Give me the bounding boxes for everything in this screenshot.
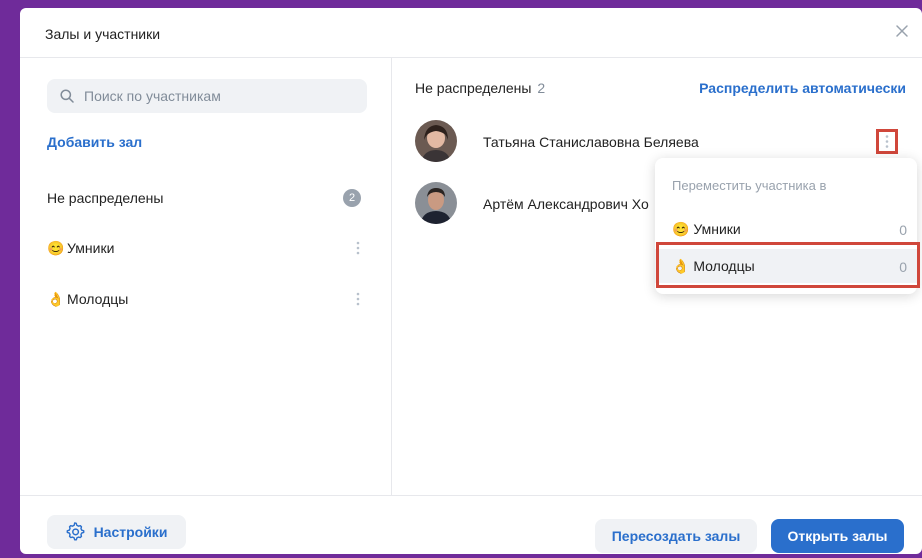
search-field[interactable] — [47, 79, 367, 113]
sidebar-item-text: 😊 Умники — [47, 240, 114, 257]
menu-item-text: 👌 Молодцы — [672, 258, 755, 275]
menu-item-molodtsy[interactable]: 👌 Молодцы 0 — [655, 249, 917, 283]
open-halls-button[interactable]: Открыть залы — [771, 519, 904, 553]
more-vertical-icon[interactable] — [353, 289, 363, 309]
sidebar-item-umniki[interactable]: 😊 Умники — [20, 228, 392, 268]
count-badge: 2 — [343, 189, 361, 207]
participant-name: Татьяна Станиславовна Беляева — [483, 134, 699, 150]
settings-button-label: Настройки — [93, 524, 168, 540]
menu-item-label: Молодцы — [693, 258, 755, 274]
dialog-header: Залы и участники — [20, 8, 922, 58]
avatar — [415, 182, 457, 224]
smiley-emoji-icon: 😊 — [47, 240, 65, 256]
add-hall-link[interactable]: Добавить зал — [47, 134, 142, 150]
unassigned-label: Не распределены — [415, 80, 532, 96]
settings-button[interactable]: Настройки — [47, 515, 186, 549]
sidebar-item-molodtsy[interactable]: 👌 Молодцы — [20, 279, 392, 319]
menu-title: Переместить участника в — [672, 178, 827, 193]
move-participant-menu: Переместить участника в 😊 Умники 0 👌 Мол… — [655, 158, 917, 294]
search-icon — [60, 89, 74, 103]
close-icon[interactable] — [892, 21, 912, 41]
menu-item-count: 0 — [899, 259, 907, 275]
dialog-title: Залы и участники — [45, 26, 161, 42]
sidebar-item-label: Умники — [67, 240, 115, 256]
sidebar-item-label: Не распределены — [47, 190, 164, 206]
smiley-emoji-icon: 😊 — [672, 221, 690, 237]
avatar — [415, 120, 457, 162]
dialog-footer: Настройки Пересоздать залы Открыть залы — [20, 495, 922, 554]
more-vertical-icon — [885, 135, 889, 148]
gear-icon — [66, 522, 85, 541]
ok-hand-emoji-icon: 👌 — [47, 291, 65, 307]
menu-item-label: Умники — [693, 221, 741, 237]
participant-more-button[interactable] — [876, 129, 898, 154]
sidebar-item-text: 👌 Молодцы — [47, 291, 128, 308]
menu-item-text: 😊 Умники — [672, 221, 741, 238]
ok-hand-emoji-icon: 👌 — [672, 258, 690, 274]
participant-name: Артём Александрович Хо — [483, 196, 649, 212]
sidebar-item-label: Молодцы — [67, 291, 129, 307]
recreate-halls-button[interactable]: Пересоздать залы — [595, 519, 757, 553]
halls-sidebar: Добавить зал Не распределены 2 😊Умники 👌… — [20, 58, 392, 495]
auto-distribute-link[interactable]: Распределить автоматически — [699, 80, 906, 96]
sidebar-item-unassigned[interactable]: Не распределены 2 — [20, 178, 392, 218]
unassigned-heading: Не распределены 2 — [415, 80, 545, 96]
search-input[interactable] — [84, 79, 354, 113]
unassigned-count: 2 — [537, 80, 546, 96]
menu-item-umniki[interactable]: 😊 Умники 0 — [655, 212, 917, 246]
more-vertical-icon[interactable] — [353, 238, 363, 258]
menu-item-count: 0 — [899, 222, 907, 238]
